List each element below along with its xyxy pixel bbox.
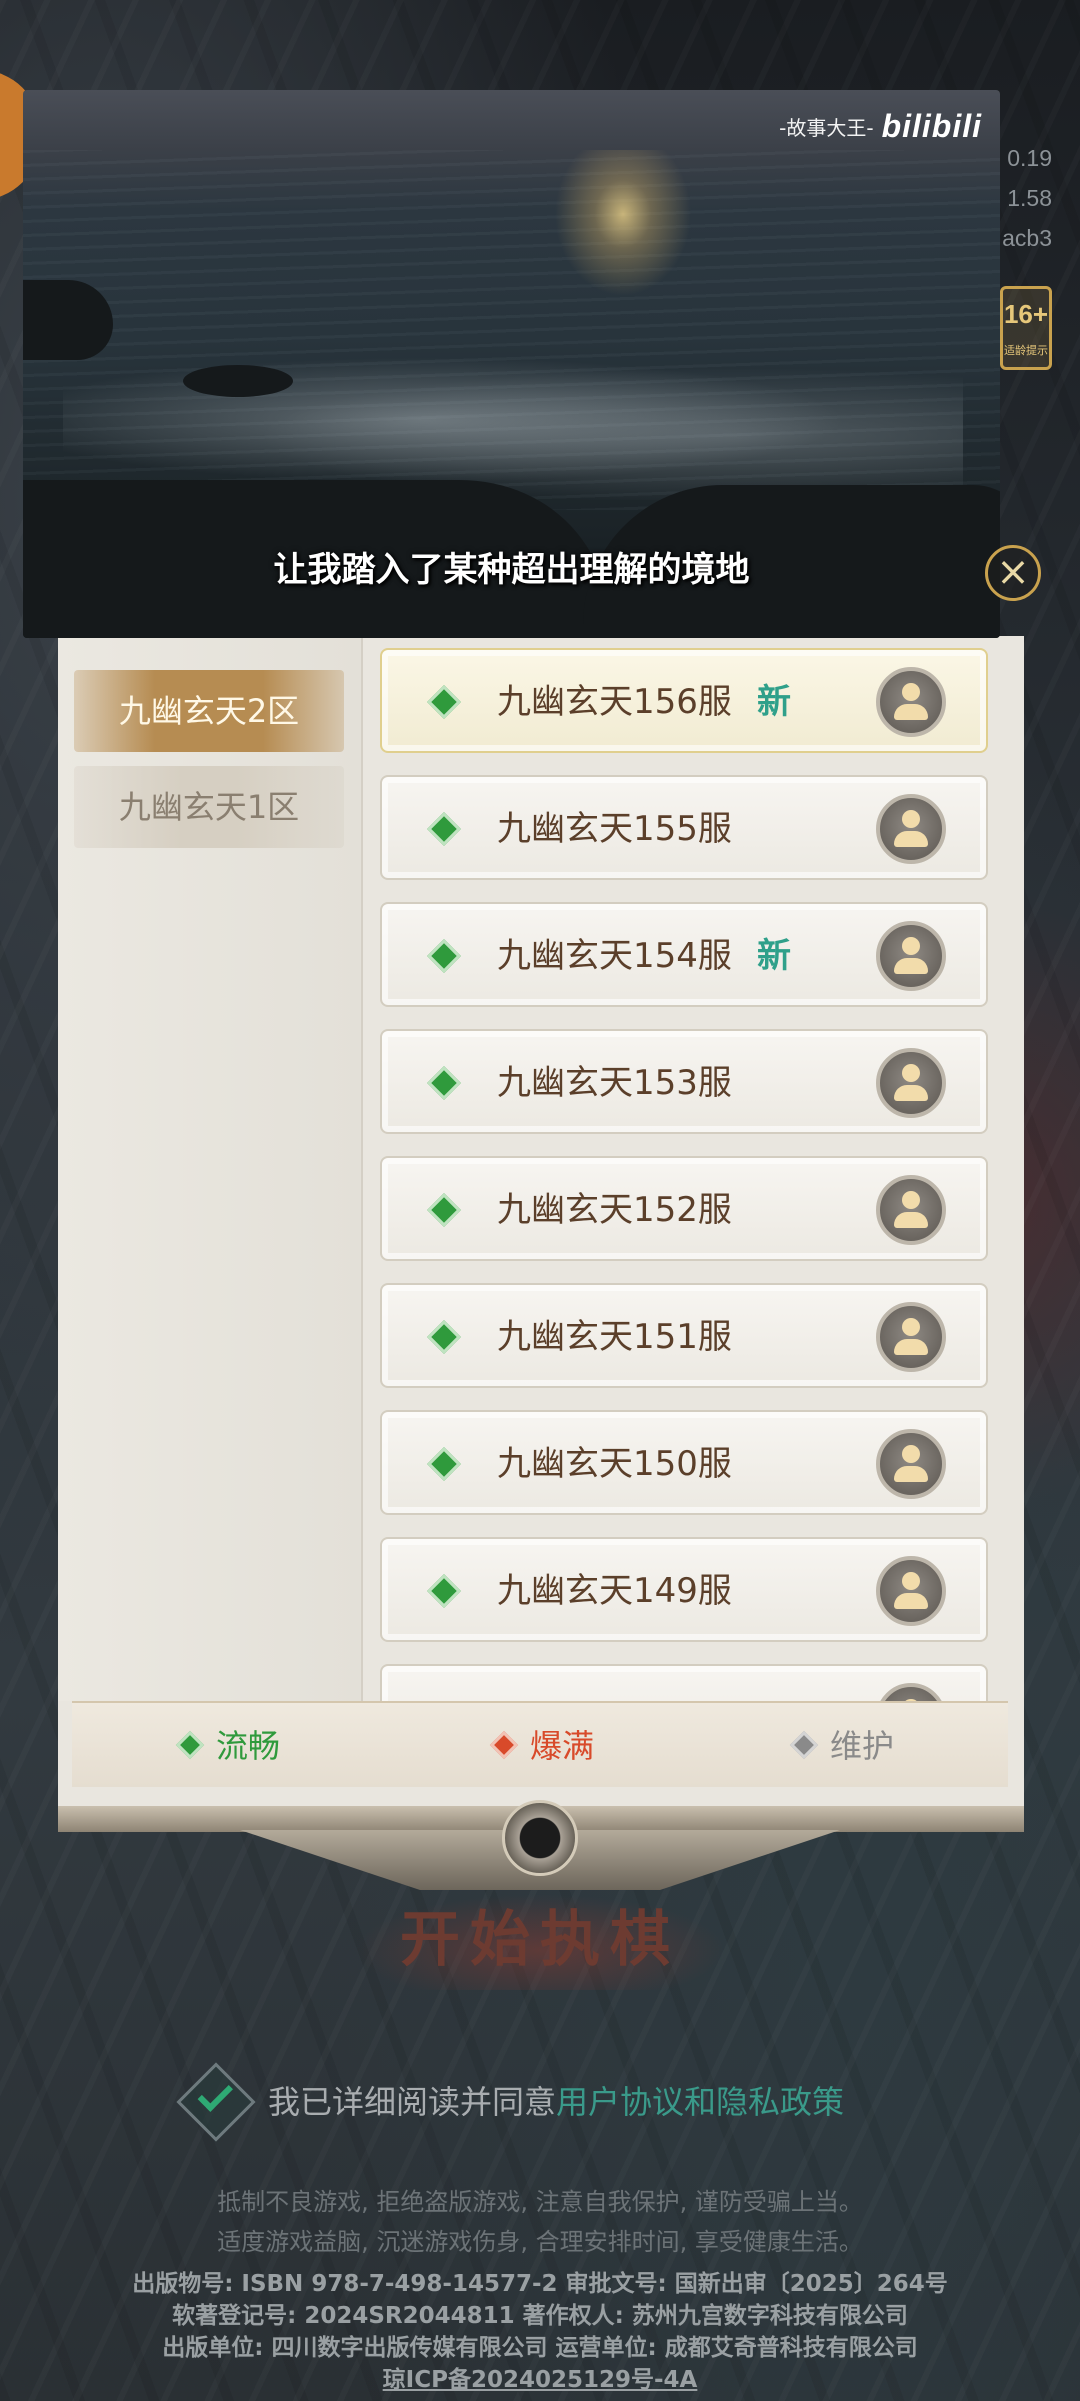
user-avatar-icon bbox=[876, 1429, 946, 1499]
legend-label: 维护 bbox=[830, 1727, 895, 1765]
server-name: 九幽玄天156服 bbox=[497, 682, 732, 722]
age-rating-caption: 适龄提示 bbox=[1004, 345, 1048, 357]
server-list[interactable]: 九幽玄天156服 新 九幽玄天155服 九幽玄天154服 新 九幽玄天153服 … bbox=[380, 636, 992, 1701]
server-name: 九幽玄天151服 bbox=[497, 1317, 732, 1357]
new-tag: 新 bbox=[757, 936, 791, 976]
video-rock bbox=[23, 280, 113, 360]
diamond-icon bbox=[789, 1730, 819, 1760]
status-dot-icon bbox=[427, 812, 461, 846]
legend-maintenance: 维护 bbox=[789, 1703, 895, 1789]
user-avatar-icon bbox=[876, 1302, 946, 1372]
corner-info-3: acb3 bbox=[1002, 225, 1052, 251]
start-game-button[interactable]: 开始执棋 bbox=[340, 1890, 740, 1990]
server-item-partial[interactable] bbox=[380, 1664, 988, 1701]
server-select-panel: 九幽玄天2区 九幽玄天1区 九幽玄天156服 新 九幽玄天155服 九幽玄天15… bbox=[58, 636, 1024, 1806]
user-avatar-icon bbox=[876, 667, 946, 737]
server-item[interactable]: 九幽玄天155服 bbox=[380, 775, 988, 880]
server-name: 九幽玄天152服 bbox=[497, 1190, 732, 1230]
diamond-icon bbox=[489, 1730, 519, 1760]
bilibili-logo-icon: bilibili bbox=[881, 108, 982, 144]
floating-video-player[interactable]: -故事大王- bilibili 让我踏入了某种超出理解的境地 bbox=[23, 90, 1000, 638]
zone-item-1[interactable]: 九幽玄天1区 bbox=[74, 766, 344, 848]
corner-info-1: 0.19 bbox=[1007, 145, 1052, 171]
status-dot-icon bbox=[427, 1193, 461, 1227]
icp-link[interactable]: 琼ICP备2024025129号-4A bbox=[0, 2360, 1080, 2394]
legend-label: 流畅 bbox=[216, 1727, 281, 1765]
server-item[interactable]: 九幽玄天151服 bbox=[380, 1283, 988, 1388]
agreement-link[interactable]: 用户协议和隐私政策 bbox=[556, 2083, 844, 2121]
status-dot-icon bbox=[427, 685, 461, 719]
server-item[interactable]: 九幽玄天154服 新 bbox=[380, 902, 988, 1007]
user-avatar-icon bbox=[876, 1683, 946, 1701]
video-subtitle: 让我踏入了某种超出理解的境地 bbox=[273, 550, 750, 590]
checkmark-icon bbox=[197, 2076, 233, 2112]
health-notice-line1: 抵制不良游戏, 拒绝盗版游戏, 注意自我保护, 谨防受骗上当。 bbox=[217, 2188, 863, 2216]
server-name: 九幽玄天149服 bbox=[497, 1571, 732, 1611]
age-rating-badge: 16+ 适龄提示 bbox=[1000, 286, 1052, 370]
agreement-text: 我已详细阅读并同意用户协议和隐私政策 bbox=[268, 2072, 844, 2132]
status-dot-icon bbox=[427, 1447, 461, 1481]
status-dot-icon bbox=[427, 1320, 461, 1354]
legend-label: 爆满 bbox=[530, 1727, 595, 1765]
video-moon-reflection bbox=[543, 150, 703, 310]
status-dot-icon bbox=[427, 939, 461, 973]
age-rating-value: 16+ bbox=[1003, 299, 1049, 329]
agreement-prefix: 我已详细阅读并同意 bbox=[268, 2083, 557, 2121]
zone-list: 九幽玄天2区 九幽玄天1区 bbox=[58, 636, 363, 1701]
copyright-info: 软著登记号: 2024SR2044811 著作权人: 苏州九宫数字科技有限公司 bbox=[172, 2303, 908, 2329]
video-surf bbox=[63, 340, 963, 500]
server-name: 九幽玄天150服 bbox=[497, 1444, 732, 1484]
server-name: 九幽玄天154服 bbox=[497, 936, 732, 976]
close-icon[interactable]: × bbox=[985, 545, 1041, 601]
server-item[interactable]: 九幽玄天152服 bbox=[380, 1156, 988, 1261]
server-item[interactable]: 九幽玄天153服 bbox=[380, 1029, 988, 1134]
video-watermark: -故事大王- bilibili bbox=[779, 108, 982, 145]
legend-smooth: 流畅 bbox=[175, 1703, 281, 1789]
video-rock bbox=[183, 365, 293, 397]
publication-info: 出版物号: ISBN 978-7-498-14577-2 审批文号: 国新出审〔… bbox=[132, 2271, 948, 2297]
icp-number[interactable]: 琼ICP备2024025129号-4A bbox=[383, 2367, 698, 2393]
status-dot-icon bbox=[427, 1574, 461, 1608]
status-dot-icon bbox=[427, 1066, 461, 1100]
user-avatar-icon bbox=[876, 1175, 946, 1245]
user-avatar-icon bbox=[876, 1556, 946, 1626]
legend-full: 爆满 bbox=[489, 1703, 595, 1789]
publisher-info: 出版单位: 四川数字出版传媒有限公司 运营单位: 成都艾奇普科技有限公司 bbox=[162, 2335, 918, 2361]
server-name: 九幽玄天155服 bbox=[497, 809, 732, 849]
health-notice-line2: 适度游戏益脑, 沉迷游戏伤身, 合理安排时间, 享受健康生活。 bbox=[217, 2228, 863, 2256]
server-item[interactable]: 九幽玄天149服 bbox=[380, 1537, 988, 1642]
user-avatar-icon bbox=[876, 1048, 946, 1118]
user-avatar-icon bbox=[876, 794, 946, 864]
medallion-icon bbox=[502, 1800, 578, 1876]
new-tag: 新 bbox=[757, 682, 791, 722]
corner-info-2: 1.58 bbox=[1007, 185, 1052, 211]
diamond-icon bbox=[175, 1730, 205, 1760]
status-legend: 流畅 爆满 维护 bbox=[72, 1701, 1008, 1787]
server-item[interactable]: 九幽玄天150服 bbox=[380, 1410, 988, 1515]
server-item[interactable]: 九幽玄天156服 新 bbox=[380, 648, 988, 753]
user-avatar-icon bbox=[876, 921, 946, 991]
zone-item-2[interactable]: 九幽玄天2区 bbox=[74, 670, 344, 752]
server-name: 九幽玄天153服 bbox=[497, 1063, 732, 1103]
watermark-text: -故事大王- bbox=[779, 116, 874, 140]
